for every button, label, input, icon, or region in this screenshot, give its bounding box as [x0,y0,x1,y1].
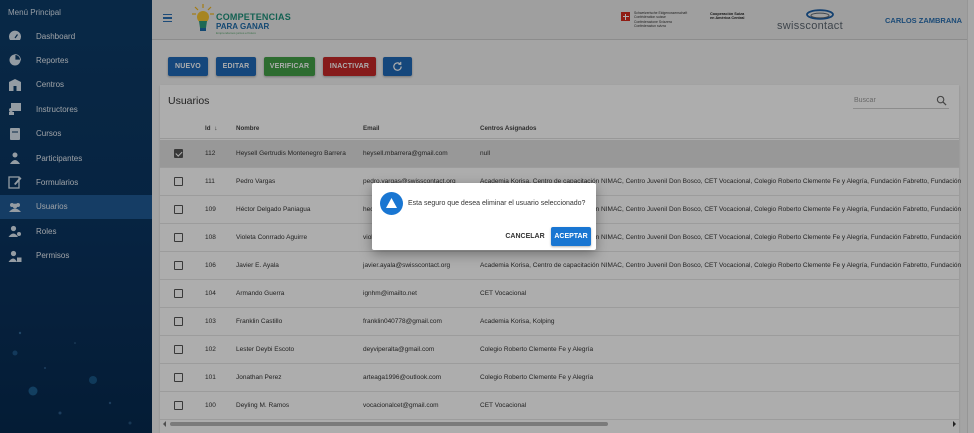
dialog-icon-circle [380,192,403,215]
warning-icon [386,198,397,208]
dialog-message: Esta seguro que desea eliminar el usuari… [408,200,586,207]
confirm-dialog: Esta seguro que desea eliminar el usuari… [372,183,596,250]
cancel-button[interactable]: CANCELAR [502,227,548,246]
accept-button[interactable]: ACEPTAR [551,227,591,246]
